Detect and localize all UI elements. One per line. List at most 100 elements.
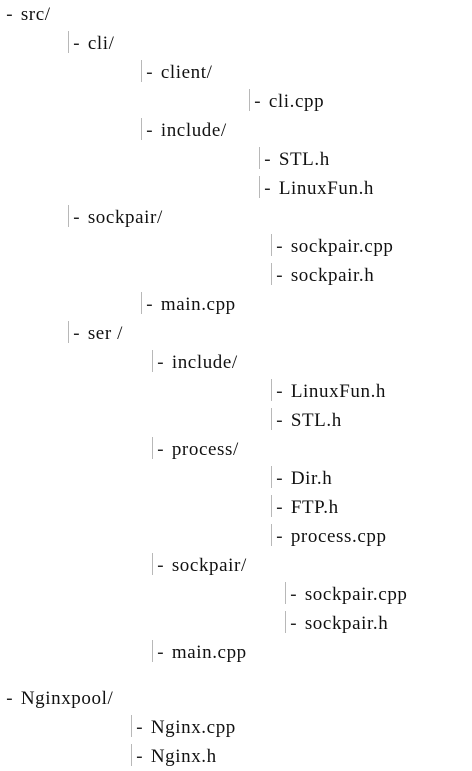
tree-guide-line bbox=[68, 321, 69, 343]
tree-folder-item[interactable]: - client/ bbox=[141, 60, 213, 86]
tree-branch-dash: - bbox=[274, 383, 285, 403]
tree-file-item[interactable]: - Dir.h bbox=[271, 466, 332, 492]
tree-branch-dash: - bbox=[288, 586, 299, 606]
tree-guide-line bbox=[141, 118, 142, 140]
file-name: FTP.h bbox=[290, 497, 339, 518]
tree-guide-line bbox=[271, 263, 272, 285]
tree-guide-line bbox=[285, 611, 286, 633]
tree-branch-dash: - bbox=[134, 719, 145, 739]
tree-folder-item[interactable]: - Nginxpool/ bbox=[4, 686, 113, 712]
tree-branch-dash: - bbox=[274, 470, 285, 490]
folder-name: process/ bbox=[171, 439, 239, 460]
file-name: main.cpp bbox=[160, 294, 236, 315]
tree-file-item[interactable]: - Nginx.cpp bbox=[131, 715, 236, 741]
tree-branch-dash: - bbox=[262, 180, 273, 200]
tree-guide-line bbox=[271, 524, 272, 546]
file-name: cli.cpp bbox=[268, 91, 325, 112]
folder-name: sockpair/ bbox=[87, 207, 163, 228]
file-name: LinuxFun.h bbox=[278, 178, 375, 199]
tree-guide-line bbox=[271, 495, 272, 517]
file-name: sockpair.h bbox=[290, 265, 375, 286]
file-name: Nginx.cpp bbox=[150, 717, 236, 738]
tree-guide-line bbox=[68, 31, 69, 53]
file-name: STL.h bbox=[278, 149, 330, 170]
tree-file-item[interactable]: - cli.cpp bbox=[249, 89, 324, 115]
tree-guide-line bbox=[271, 234, 272, 256]
tree-branch-dash: - bbox=[262, 151, 273, 171]
tree-branch-dash: - bbox=[155, 441, 166, 461]
tree-folder-item[interactable]: - include/ bbox=[141, 118, 227, 144]
tree-folder-item[interactable]: - ser / bbox=[68, 321, 123, 347]
tree-folder-item[interactable]: - include/ bbox=[152, 350, 238, 376]
tree-guide-line bbox=[131, 715, 132, 737]
file-name: process.cpp bbox=[290, 526, 387, 547]
file-name: Nginx.h bbox=[150, 746, 217, 767]
tree-folder-item[interactable]: - process/ bbox=[152, 437, 239, 463]
file-name: Dir.h bbox=[290, 468, 333, 489]
tree-file-item[interactable]: - main.cpp bbox=[152, 640, 247, 666]
tree-file-item[interactable]: - main.cpp bbox=[141, 292, 236, 318]
tree-branch-dash: - bbox=[274, 238, 285, 258]
tree-branch-dash: - bbox=[274, 267, 285, 287]
tree-guide-line bbox=[141, 292, 142, 314]
directory-tree: - src/- cli/- client/- cli.cpp - include/- STL.… bbox=[0, 0, 472, 771]
folder-name: include/ bbox=[171, 352, 238, 373]
tree-branch-dash: - bbox=[134, 748, 145, 768]
tree-file-item[interactable]: - LinuxFun.h bbox=[259, 176, 374, 202]
tree-guide-line bbox=[68, 205, 69, 227]
tree-guide-line bbox=[141, 60, 142, 82]
tree-folder-item[interactable]: - sockpair/ bbox=[152, 553, 247, 579]
tree-branch-dash: - bbox=[155, 644, 166, 664]
folder-name: client/ bbox=[160, 62, 213, 83]
tree-branch-dash: - bbox=[144, 122, 155, 142]
tree-file-item[interactable]: - sockpair.h bbox=[271, 263, 374, 289]
folder-name: include/ bbox=[160, 120, 227, 141]
tree-file-item[interactable]: - STL.h bbox=[271, 408, 342, 434]
tree-file-item[interactable]: - sockpair.cpp bbox=[285, 582, 408, 608]
tree-branch-dash: - bbox=[252, 93, 263, 113]
tree-file-item[interactable]: - sockpair.cpp bbox=[271, 234, 394, 260]
tree-guide-line bbox=[271, 379, 272, 401]
tree-file-item[interactable]: - STL.h bbox=[259, 147, 330, 173]
tree-folder-item[interactable]: - sockpair/ bbox=[68, 205, 163, 231]
file-name: main.cpp bbox=[171, 642, 247, 663]
tree-guide-line bbox=[152, 640, 153, 662]
tree-branch-dash: - bbox=[144, 296, 155, 316]
tree-branch-dash: - bbox=[155, 354, 166, 374]
tree-file-item[interactable]: - sockpair.h bbox=[285, 611, 388, 637]
tree-branch-dash: - bbox=[274, 528, 285, 548]
file-name: sockpair.cpp bbox=[290, 236, 394, 257]
tree-branch-dash: - bbox=[71, 35, 82, 55]
folder-name: Nginxpool/ bbox=[20, 688, 114, 709]
tree-guide-line bbox=[271, 466, 272, 488]
tree-branch-dash: - bbox=[4, 6, 15, 26]
tree-branch-dash: - bbox=[274, 499, 285, 519]
tree-branch-dash: - bbox=[71, 209, 82, 229]
tree-guide-line bbox=[249, 89, 250, 111]
tree-guide-line bbox=[271, 408, 272, 430]
tree-branch-dash: - bbox=[155, 557, 166, 577]
tree-guide-line bbox=[152, 350, 153, 372]
file-name: sockpair.cpp bbox=[304, 584, 408, 605]
tree-file-item[interactable]: - process.cpp bbox=[271, 524, 387, 550]
tree-branch-dash: - bbox=[288, 615, 299, 635]
file-name: sockpair.h bbox=[304, 613, 389, 634]
tree-folder-item[interactable]: - src/ bbox=[4, 2, 51, 28]
tree-file-item[interactable]: - FTP.h bbox=[271, 495, 339, 521]
file-name: STL.h bbox=[290, 410, 342, 431]
file-name: LinuxFun.h bbox=[290, 381, 387, 402]
tree-guide-line bbox=[152, 553, 153, 575]
tree-file-item[interactable]: - LinuxFun.h bbox=[271, 379, 386, 405]
folder-name: sockpair/ bbox=[171, 555, 247, 576]
tree-folder-item[interactable]: - cli/ bbox=[68, 31, 114, 57]
tree-guide-line bbox=[285, 582, 286, 604]
tree-branch-dash: - bbox=[144, 64, 155, 84]
tree-file-item[interactable]: - Nginx.h bbox=[131, 744, 217, 770]
tree-guide-line bbox=[259, 147, 260, 169]
tree-guide-line bbox=[152, 437, 153, 459]
tree-guide-line bbox=[259, 176, 260, 198]
tree-branch-dash: - bbox=[274, 412, 285, 432]
folder-name: cli/ bbox=[87, 33, 115, 54]
tree-branch-dash: - bbox=[71, 325, 82, 345]
tree-branch-dash: - bbox=[4, 690, 15, 710]
